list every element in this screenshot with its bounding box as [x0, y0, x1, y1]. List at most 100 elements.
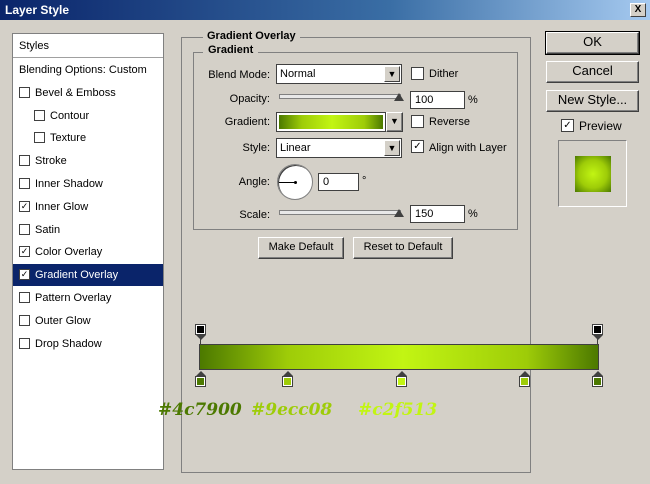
style-label: Style:: [242, 142, 270, 154]
color-stop-fill: [284, 378, 291, 385]
checkmark-icon: ✓: [413, 141, 422, 152]
style-item-label: Pattern Overlay: [35, 292, 112, 304]
preview-checkbox[interactable]: ✓: [561, 119, 574, 132]
opacity-slider-thumb[interactable]: [394, 93, 404, 101]
color-stop-fill: [197, 378, 204, 385]
window-title: Layer Style: [5, 3, 70, 17]
style-item-checkbox[interactable]: [19, 223, 30, 235]
color-stop-swatch: [396, 376, 407, 387]
style-item-checkbox[interactable]: ✓: [19, 269, 30, 281]
style-select[interactable]: Linear ▼: [276, 138, 402, 158]
color-stop-swatch: [592, 376, 603, 387]
align-with-layer-checkbox[interactable]: ✓: [411, 140, 424, 153]
style-item-checkbox[interactable]: [19, 155, 30, 167]
style-item[interactable]: Texture: [13, 127, 163, 149]
style-item-checkbox[interactable]: [19, 292, 30, 303]
checkmark-icon: ✓: [563, 120, 572, 131]
color-stop-4[interactable]: [519, 371, 530, 387]
color-stop-2[interactable]: [282, 371, 293, 387]
angle-unit: °: [362, 175, 367, 187]
style-item[interactable]: Drop Shadow: [13, 333, 163, 355]
gradient-bar[interactable]: [199, 344, 599, 370]
scale-slider[interactable]: [279, 209, 404, 217]
style-item-checkbox[interactable]: ✓: [19, 200, 30, 212]
scale-slider-thumb[interactable]: [394, 209, 404, 217]
style-item[interactable]: Inner Shadow: [13, 173, 163, 195]
gradient-label: Gradient:: [224, 116, 270, 128]
color-annotation-mid: #9ecc08: [251, 400, 333, 420]
angle-label: Angle:: [238, 176, 270, 188]
style-item-checkbox[interactable]: [19, 314, 30, 326]
style-item-label: Blending Options: Custom: [19, 64, 147, 76]
style-item-label: Inner Shadow: [35, 178, 103, 190]
reset-to-default-button[interactable]: Reset to Default: [353, 237, 453, 259]
dither-checkbox[interactable]: [411, 67, 424, 80]
preview-swatch: [575, 156, 611, 192]
style-item-label: Bevel & Emboss: [35, 86, 116, 99]
checkmark-icon: ✓: [20, 246, 29, 257]
scale-unit: %: [468, 208, 478, 220]
opacity-input[interactable]: 100: [410, 91, 465, 109]
color-stop-fill: [398, 378, 405, 385]
style-item-checkbox[interactable]: [34, 132, 45, 144]
style-item-label: Color Overlay: [35, 246, 103, 259]
angle-center: [294, 181, 297, 184]
style-item-checkbox[interactable]: [34, 109, 45, 121]
color-stop-swatch: [195, 376, 206, 387]
title-bar: Layer Style X: [0, 0, 650, 20]
style-item[interactable]: Outer Glow: [13, 310, 163, 332]
style-value: Linear: [280, 142, 311, 154]
gradient-picker[interactable]: [276, 112, 386, 132]
style-item-checkbox[interactable]: [19, 178, 30, 189]
dither-label: Dither: [429, 68, 459, 80]
angle-input[interactable]: 0: [318, 173, 359, 191]
styles-panel: Styles Blending Options: Custom Bevel & E…: [12, 33, 164, 470]
style-item[interactable]: Bevel & Emboss: [13, 82, 163, 104]
opacity-stop-left[interactable]: [195, 324, 206, 340]
style-item-label: Inner Glow: [35, 200, 89, 213]
style-item-checkbox[interactable]: [19, 86, 30, 98]
scale-input[interactable]: 150: [410, 205, 465, 223]
opacity-stop-fill: [197, 326, 204, 333]
style-item[interactable]: Stroke: [13, 150, 163, 172]
style-item-label: Satin: [35, 223, 61, 236]
chevron-down-icon: ▼: [384, 140, 400, 156]
opacity-unit: %: [468, 94, 478, 106]
stop-pointer: [195, 335, 206, 340]
blend-mode-select[interactable]: Normal ▼: [276, 64, 402, 84]
style-item-label: Texture: [50, 132, 87, 145]
style-item[interactable]: Contour: [13, 105, 163, 127]
gradient-swatch[interactable]: [279, 115, 383, 129]
gradient-overlay-title: Gradient Overlay: [203, 30, 300, 42]
ok-button[interactable]: OK: [545, 31, 640, 55]
opacity-slider[interactable]: [279, 93, 404, 101]
color-stop-1[interactable]: [195, 371, 206, 387]
style-item-checkbox[interactable]: ✓: [19, 246, 30, 258]
style-item[interactable]: Blending Options: Custom: [13, 59, 163, 81]
close-button[interactable]: X: [630, 3, 646, 17]
color-stop-5[interactable]: [592, 371, 603, 387]
preview-label: Preview: [579, 119, 622, 133]
style-item[interactable]: ✓ Color Overlay: [13, 241, 163, 263]
chevron-down-icon: ▼: [390, 116, 399, 126]
reverse-checkbox[interactable]: [411, 115, 424, 128]
style-item-label: Contour: [50, 109, 90, 122]
color-stop-3[interactable]: [396, 371, 407, 387]
style-item[interactable]: ✓ Gradient Overlay: [13, 264, 163, 287]
opacity-stop-right[interactable]: [592, 324, 603, 340]
checkmark-icon: ✓: [20, 269, 29, 280]
style-item[interactable]: Pattern Overlay: [13, 287, 163, 309]
angle-wheel[interactable]: [277, 164, 313, 200]
gradient-dropdown-button[interactable]: ▼: [386, 112, 403, 132]
make-default-button[interactable]: Make Default: [258, 237, 344, 259]
style-item-checkbox[interactable]: [19, 337, 30, 349]
scale-label: Scale:: [239, 209, 270, 221]
styles-header[interactable]: Styles: [13, 34, 163, 58]
style-item[interactable]: Satin: [13, 219, 163, 241]
opacity-label: Opacity:: [229, 93, 270, 105]
style-item[interactable]: ✓ Inner Glow: [13, 196, 163, 218]
opacity-stop-swatch: [592, 324, 603, 335]
new-style-button[interactable]: New Style...: [546, 90, 639, 112]
chevron-down-icon: ▼: [384, 66, 400, 82]
cancel-button[interactable]: Cancel: [546, 61, 639, 83]
